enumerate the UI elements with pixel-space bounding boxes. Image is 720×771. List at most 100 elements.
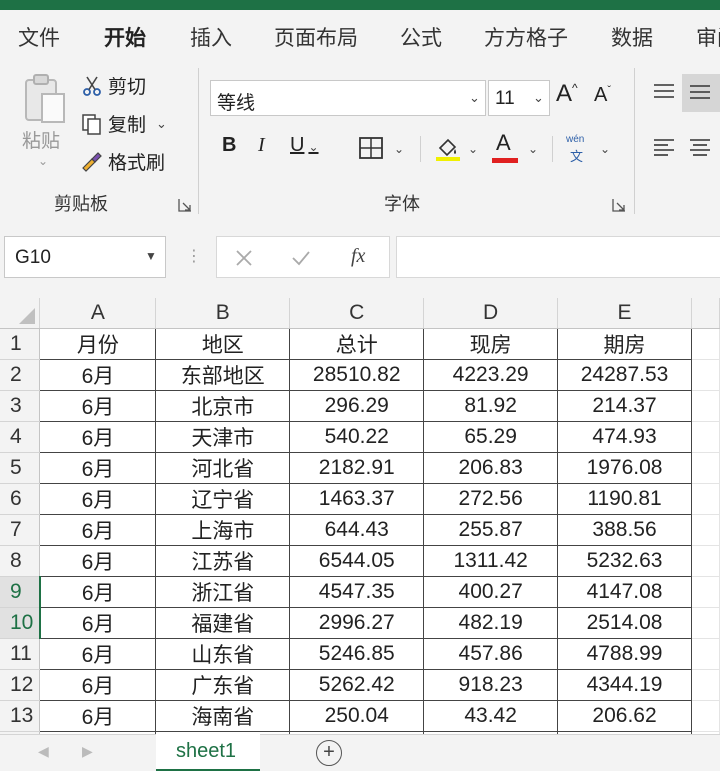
cell[interactable]: 5246.85 [289, 637, 425, 670]
cell[interactable]: 644.43 [289, 513, 425, 546]
next-sheet-icon[interactable]: ▶ [82, 743, 93, 760]
cell[interactable]: 4788.99 [557, 637, 692, 670]
tab-insert[interactable]: 插入 [190, 22, 232, 52]
cell[interactable]: 6月 [39, 637, 157, 670]
cell[interactable]: 上海市 [155, 513, 291, 546]
column-header[interactable]: A [39, 298, 157, 329]
cell[interactable]: 457.86 [423, 637, 559, 670]
cell[interactable] [691, 514, 720, 546]
column-header[interactable]: C [289, 298, 425, 329]
cell[interactable]: 辽宁省 [155, 482, 291, 515]
cell[interactable]: 浙江省 [155, 575, 291, 608]
cell[interactable]: 期房 [557, 327, 692, 360]
cell[interactable]: 540.22 [289, 420, 425, 453]
cell[interactable]: 天津市 [155, 420, 291, 453]
name-box[interactable]: G10 ▼ [4, 236, 166, 278]
cut-button[interactable]: 剪切 [80, 72, 146, 99]
cell[interactable] [691, 638, 720, 670]
cell[interactable]: 6月 [39, 575, 157, 608]
cell[interactable]: 81.92 [423, 389, 559, 422]
tab-home[interactable]: 开始 [104, 22, 146, 52]
cell[interactable]: 6月 [39, 358, 157, 391]
paste-button-label[interactable]: 粘贴 [22, 126, 60, 153]
cell[interactable]: 5232.63 [557, 544, 692, 577]
row-header[interactable]: 13 [0, 700, 41, 732]
cell[interactable] [691, 421, 720, 453]
underline-button[interactable]: U ⌄ [290, 134, 319, 157]
chevron-down-icon[interactable]: ▼ [145, 249, 157, 263]
cell[interactable]: 4147.08 [557, 575, 692, 608]
cell[interactable] [691, 359, 720, 391]
paste-dropdown-caret[interactable]: ⌄ [38, 154, 48, 168]
row-header[interactable]: 5 [0, 452, 41, 484]
cell[interactable]: 现房 [423, 327, 559, 360]
cell[interactable]: 6月 [39, 420, 157, 453]
format-painter-button[interactable]: 格式刷 [80, 148, 165, 175]
cell[interactable]: 福建省 [155, 606, 291, 639]
tab-review[interactable]: 审阅 [696, 22, 720, 52]
grow-font-button[interactable]: A^ [556, 80, 578, 108]
align-top-icon[interactable] [652, 82, 676, 102]
cell[interactable] [691, 452, 720, 484]
cell[interactable]: 918.23 [423, 668, 559, 701]
column-header[interactable] [691, 298, 720, 329]
cell[interactable] [691, 390, 720, 422]
cell[interactable]: 250.04 [289, 699, 425, 732]
cell[interactable]: 5262.42 [289, 668, 425, 701]
cell[interactable]: 地区 [155, 327, 291, 360]
fill-color-icon[interactable] [434, 134, 462, 162]
cell[interactable]: 河北省 [155, 451, 291, 484]
cell[interactable]: 255.87 [423, 513, 559, 546]
fill-color-dropdown-caret[interactable]: ⌄ [468, 142, 478, 156]
cell[interactable] [691, 545, 720, 577]
cell[interactable]: 28510.82 [289, 358, 425, 391]
font-color-button[interactable]: A [496, 130, 511, 156]
row-header[interactable]: 1 [0, 328, 41, 360]
cell[interactable]: 广东省 [155, 668, 291, 701]
cell[interactable]: 2182.91 [289, 451, 425, 484]
cell[interactable]: 1311.42 [423, 544, 559, 577]
cell[interactable]: 1463.37 [289, 482, 425, 515]
bold-button[interactable]: B [222, 134, 236, 157]
prev-sheet-icon[interactable]: ◀ [38, 743, 49, 760]
cell[interactable]: 6月 [39, 699, 157, 732]
row-header[interactable]: 4 [0, 421, 41, 453]
cell[interactable]: 6月 [39, 513, 157, 546]
cell[interactable]: 4547.35 [289, 575, 425, 608]
cell[interactable]: 北京市 [155, 389, 291, 422]
cell[interactable]: 东部地区 [155, 358, 291, 391]
align-middle-button[interactable] [682, 74, 720, 112]
cell[interactable]: 6月 [39, 482, 157, 515]
cell[interactable]: 2996.27 [289, 606, 425, 639]
borders-dropdown-caret[interactable]: ⌄ [394, 142, 404, 156]
phonetic-guide-bottom[interactable]: 文 [570, 146, 583, 165]
cell[interactable] [691, 576, 720, 608]
copy-dropdown-caret[interactable]: ⌄ [156, 116, 167, 132]
tab-formulas[interactable]: 公式 [400, 22, 442, 52]
cell[interactable]: 388.56 [557, 513, 692, 546]
phonetic-guide-top[interactable]: wén [566, 134, 584, 145]
cell[interactable]: 296.29 [289, 389, 425, 422]
cell[interactable]: 山东省 [155, 637, 291, 670]
copy-button[interactable]: 复制 ⌄ [80, 110, 167, 137]
row-header[interactable]: 6 [0, 483, 41, 515]
row-header[interactable]: 9 [0, 576, 41, 608]
row-header[interactable]: 11 [0, 638, 41, 670]
font-dialog-launcher-icon[interactable] [612, 198, 626, 212]
row-header[interactable]: 7 [0, 514, 41, 546]
cell[interactable] [691, 669, 720, 701]
cell[interactable]: 206.62 [557, 699, 692, 732]
cell[interactable] [691, 607, 720, 639]
tab-file[interactable]: 文件 [18, 22, 60, 52]
cell[interactable]: 江苏省 [155, 544, 291, 577]
cell[interactable]: 43.42 [423, 699, 559, 732]
cell[interactable]: 400.27 [423, 575, 559, 608]
row-header[interactable]: 12 [0, 669, 41, 701]
cell[interactable]: 206.83 [423, 451, 559, 484]
cell[interactable] [691, 328, 720, 360]
row-header[interactable]: 3 [0, 390, 41, 422]
cell[interactable]: 474.93 [557, 420, 692, 453]
worksheet-grid[interactable]: A B C D E 1 月份 地区 总计 现房 期房 2 6月 东部地区 28510.82 4223… [0, 298, 720, 734]
cell[interactable]: 总计 [289, 327, 425, 360]
phonetic-dropdown-caret[interactable]: ⌄ [600, 142, 610, 156]
